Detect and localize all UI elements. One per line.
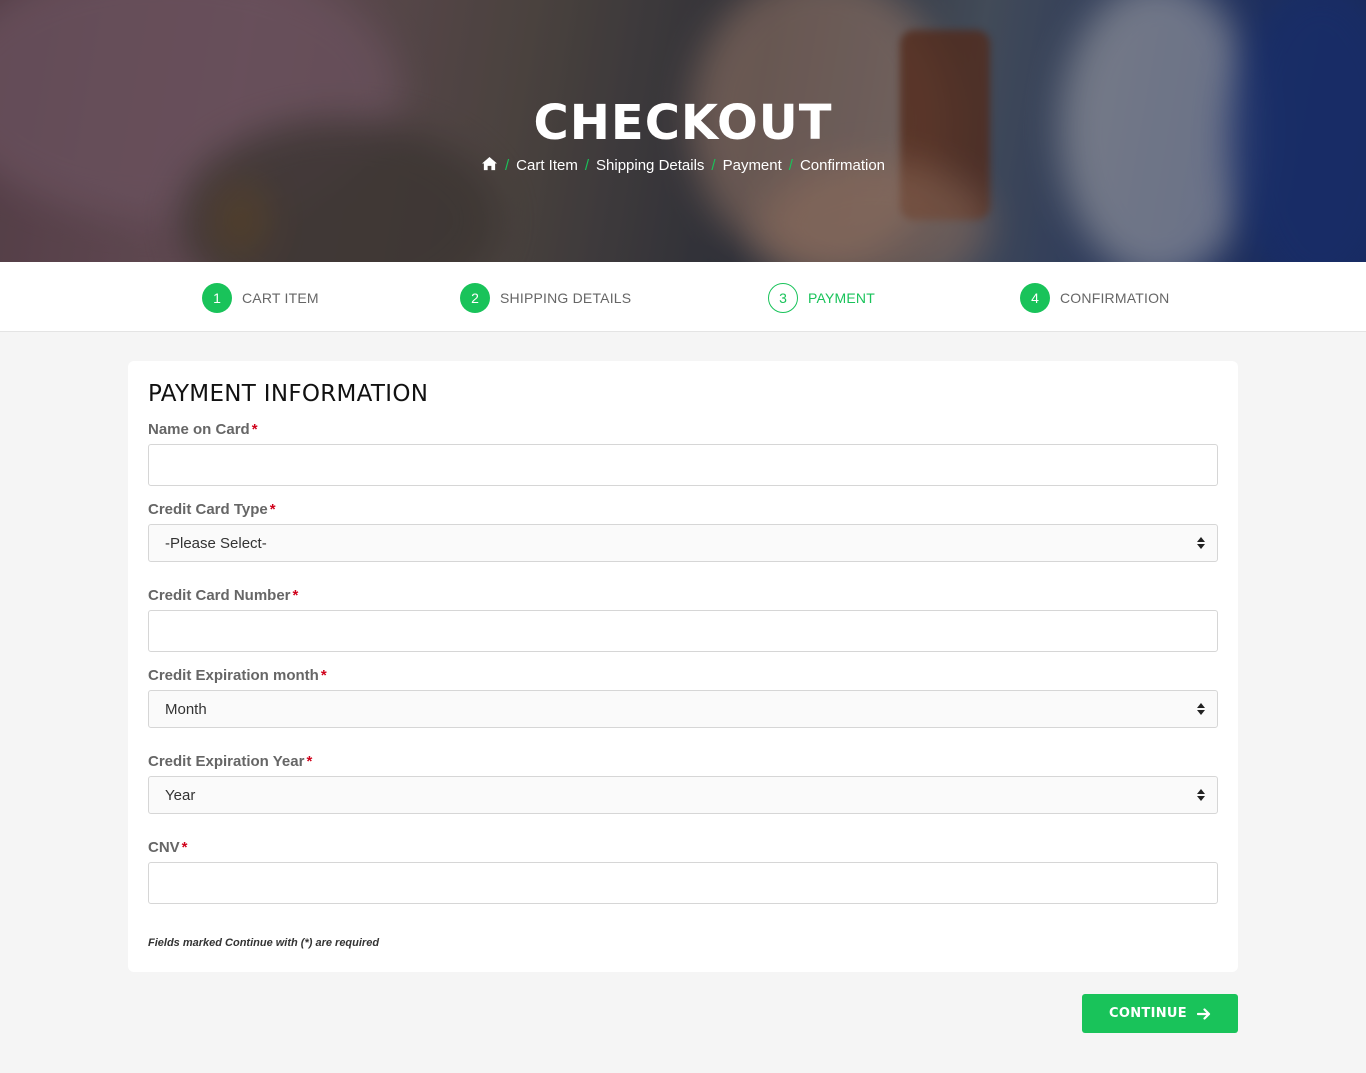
card-type-label: Credit Card Type * [148,501,276,518]
payment-form-card: PAYMENT INFORMATION Name on Card * Credit… [128,361,1238,972]
required-mark: * [320,667,327,684]
page-title: CHECKOUT [533,95,833,151]
exp-year-selected: Year [165,786,196,804]
cnv-field: CNV * [148,838,1218,904]
card-number-field: Credit Card Number * [148,586,1218,652]
continue-label: CONTINUE [1109,1006,1187,1021]
exp-year-select[interactable]: Year [148,776,1218,814]
breadcrumb-separator: / [711,156,716,174]
card-number-input[interactable] [148,610,1218,652]
breadcrumb-home[interactable] [481,156,498,174]
step-label: SHIPPING DETAILS [500,290,632,306]
checkout-steps: 1 CART ITEM 2 SHIPPING DETAILS 3 PAYMENT… [0,262,1366,332]
required-mark: * [269,501,276,518]
breadcrumb-payment[interactable]: Payment [723,157,782,174]
cnv-label: CNV * [148,839,188,856]
breadcrumb-cart-item[interactable]: Cart Item [516,157,578,174]
exp-month-select[interactable]: Month [148,690,1218,728]
step-label: PAYMENT [808,290,875,306]
required-fields-note: Fields marked Continue with (*) are requ… [148,937,380,949]
step-payment[interactable]: 3 PAYMENT [768,283,875,313]
exp-year-label: Credit Expiration Year * [148,753,313,770]
name-on-card-label: Name on Card * [148,421,258,438]
step-number: 1 [202,283,232,313]
step-number: 2 [460,283,490,313]
exp-month-label: Credit Expiration month * [148,667,327,684]
breadcrumb-separator: / [584,156,590,174]
card-type-select[interactable]: -Please Select- [148,524,1218,562]
required-mark: * [181,839,188,856]
required-mark: * [306,753,313,770]
card-type-selected: -Please Select- [165,534,267,552]
form-title: PAYMENT INFORMATION [148,381,429,407]
select-arrows-icon [1197,703,1205,715]
breadcrumb-shipping-details[interactable]: Shipping Details [596,157,704,174]
cnv-input[interactable] [148,862,1218,904]
select-arrows-icon [1197,789,1205,801]
required-mark: * [251,421,258,438]
step-shipping-details[interactable]: 2 SHIPPING DETAILS [460,283,631,313]
home-icon [481,156,497,171]
step-number: 3 [768,283,798,313]
hero-banner: CHECKOUT / Cart Item / Shipping Details … [0,0,1366,262]
breadcrumb-confirmation: Confirmation [799,156,886,174]
step-label: CART ITEM [242,290,319,306]
exp-month-field: Credit Expiration month * Month [148,666,1218,728]
required-mark: * [292,587,299,604]
name-on-card-field: Name on Card * [148,420,1218,486]
continue-button[interactable]: CONTINUE [1082,994,1238,1033]
step-confirmation[interactable]: 4 CONFIRMATION [1020,283,1169,313]
step-label: CONFIRMATION [1060,290,1170,306]
arrow-right-icon [1196,1007,1211,1020]
exp-year-field: Credit Expiration Year * Year [148,752,1218,814]
card-type-field: Credit Card Type * -Please Select- [148,500,1218,562]
exp-month-selected: Month [165,700,207,718]
step-number: 4 [1020,283,1050,313]
card-number-label: Credit Card Number * [148,587,299,604]
step-cart-item[interactable]: 1 CART ITEM [202,283,319,313]
breadcrumb-separator: / [788,156,793,174]
name-on-card-input[interactable] [148,444,1218,486]
select-arrows-icon [1197,537,1205,549]
breadcrumb-separator: / [504,156,510,174]
breadcrumb: / Cart Item / Shipping Details / Payment… [481,156,885,174]
